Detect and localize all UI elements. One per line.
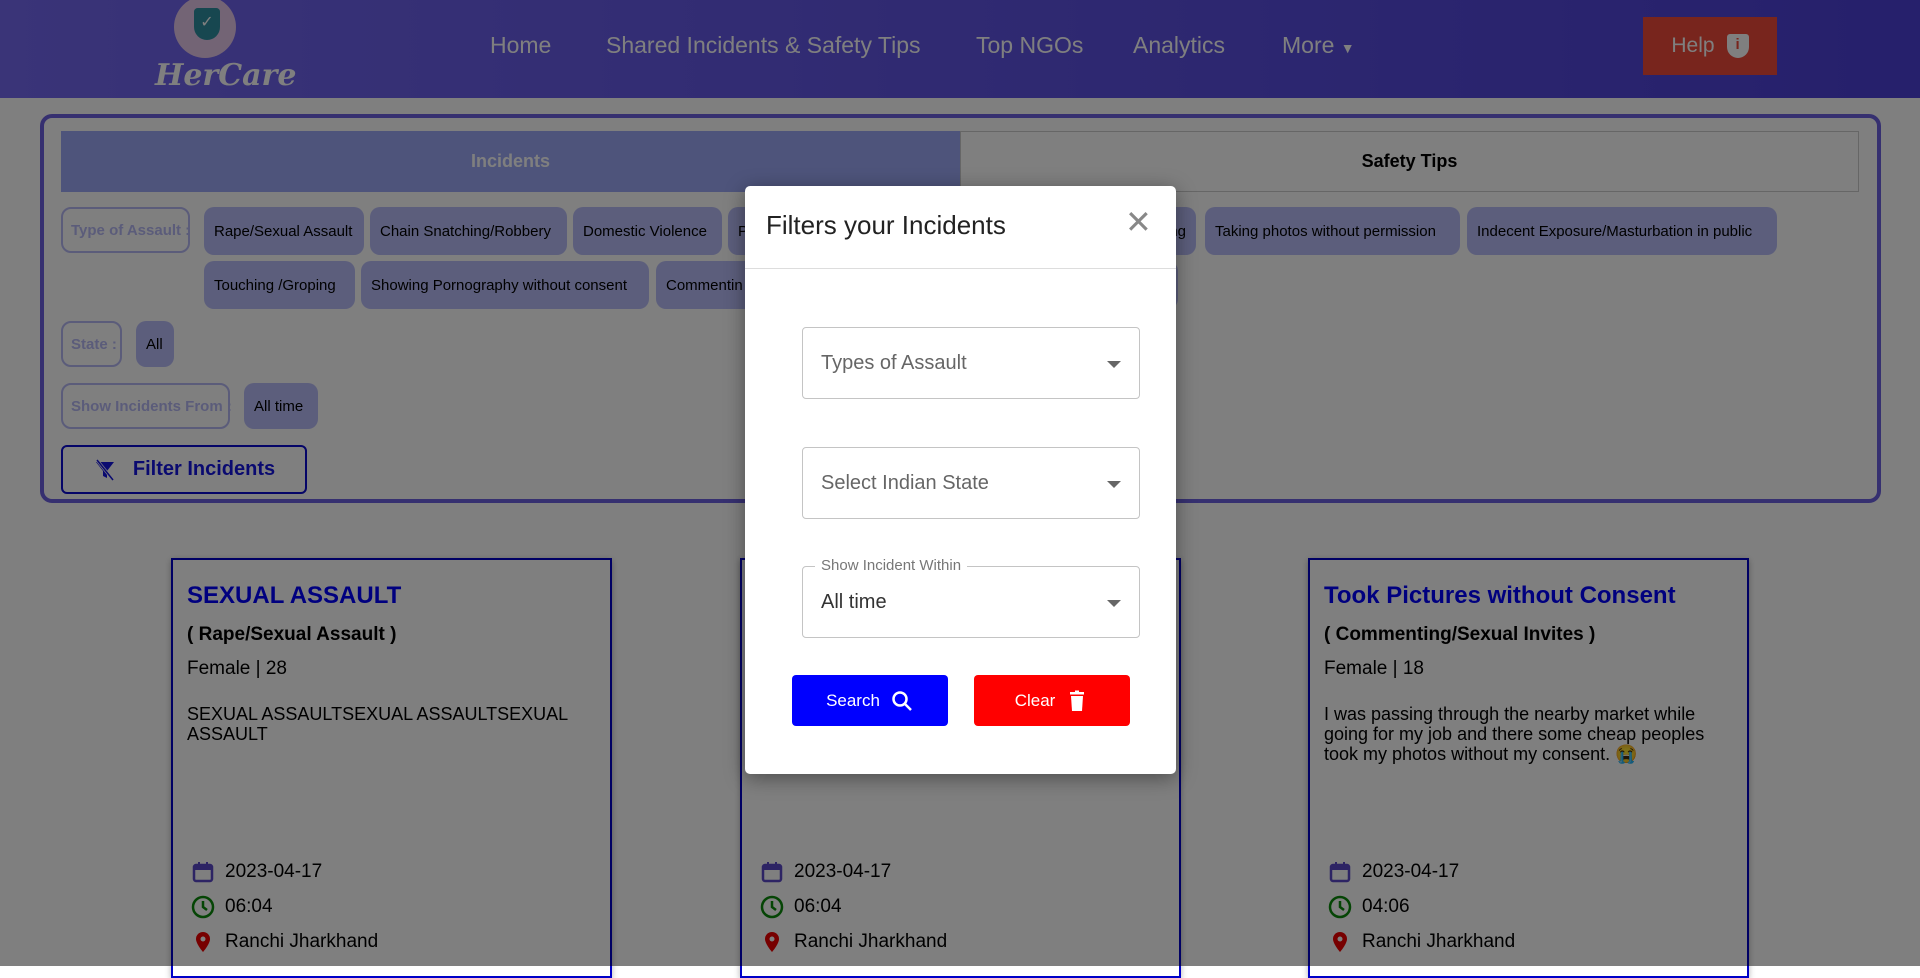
modal-title: Filters your Incidents: [766, 210, 1006, 240]
state-placeholder: Select Indian State: [821, 471, 989, 494]
trash-icon: [1070, 690, 1085, 711]
close-icon[interactable]: ✕: [1125, 206, 1152, 238]
search-icon: [892, 690, 912, 711]
assault-type-select[interactable]: Types of Assault: [802, 327, 1140, 399]
incident-within-select[interactable]: Show Incident Within All time: [802, 557, 1140, 638]
search-label: Search: [826, 690, 880, 710]
clear-button[interactable]: Clear: [974, 675, 1130, 726]
search-button[interactable]: Search: [792, 675, 948, 726]
modal-divider: [745, 268, 1176, 269]
filter-modal: Filters your Incidents ✕ Types of Assaul…: [745, 186, 1176, 774]
incident-within-value: All time: [821, 590, 887, 613]
caret-down-icon: [1107, 361, 1121, 368]
clear-label: Clear: [1014, 690, 1056, 710]
incident-within-label: Show Incident Within: [815, 557, 968, 574]
caret-down-icon: [1107, 600, 1121, 607]
assault-type-placeholder: Types of Assault: [821, 351, 967, 374]
caret-down-icon: [1107, 481, 1121, 488]
state-select[interactable]: Select Indian State: [802, 447, 1140, 519]
